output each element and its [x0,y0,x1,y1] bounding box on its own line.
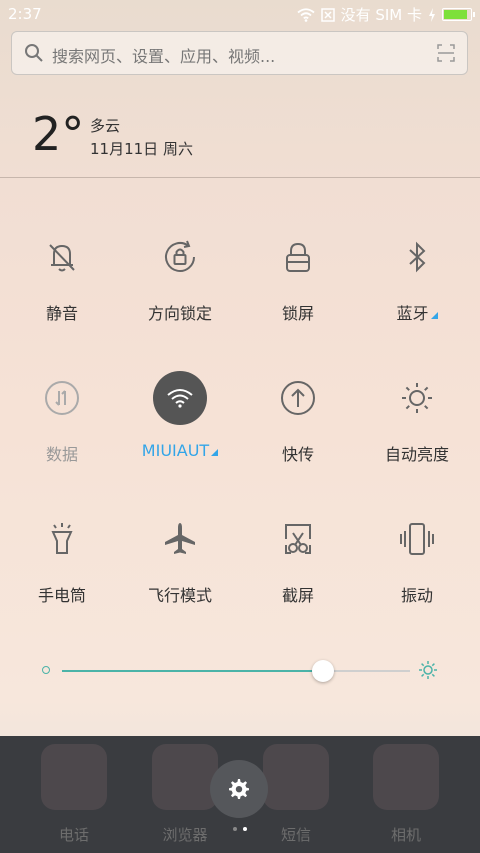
weather-date: 11月11日 周六 [90,140,193,158]
toggle-auto-brightness[interactable]: 自动亮度 [357,371,477,481]
search-bar[interactable]: 搜索网页、设置、应用、视频... [11,31,468,75]
toggle-label: 蓝牙 [357,300,477,324]
toggle-label: MIUIAUT [120,441,240,460]
gear-icon [229,779,249,799]
flashlight-icon [35,512,89,566]
dock-label: 短信 [280,826,311,844]
toggle-airplane-mode[interactable]: 飞行模式 [120,512,240,622]
battery-icon [442,8,475,21]
brightness-track[interactable] [62,670,410,672]
vibrate-icon [390,512,444,566]
toggle-label: 锁屏 [281,304,314,323]
bluetooth-icon [390,230,444,284]
page-dot [233,827,237,831]
status-time: 2:37 [8,5,42,23]
dock-app-messages[interactable] [263,744,329,810]
brightness-slider[interactable] [38,655,442,685]
toggle-flashlight[interactable]: 手电筒 [2,512,122,622]
share-upload-icon [271,371,325,425]
toggle-label: 快传 [281,445,314,464]
scan-icon[interactable] [437,44,455,62]
toggle-screenshot[interactable]: 截屏 [238,512,358,622]
divider [0,177,480,178]
toggle-lock-screen[interactable]: 锁屏 [238,230,358,340]
page-dot-active [243,827,247,831]
toggle-label: 飞行模式 [147,586,212,605]
toggle-label: 方向锁定 [147,304,212,323]
bell-off-icon [35,230,89,284]
toggle-quick-share[interactable]: 快传 [238,371,358,481]
toggle-label: 振动 [400,586,433,605]
toggle-label: 数据 [45,445,78,464]
wifi-status-icon [296,7,315,22]
airplane-icon [153,512,207,566]
brightness-low-icon [42,666,50,674]
settings-button[interactable] [210,760,268,818]
toggle-label: 手电筒 [37,586,86,605]
search-icon [25,44,43,62]
carrier-text: 没有 SIM 卡 [340,6,422,24]
dock-label: 浏览器 [162,826,208,844]
dock-label: 电话 [58,826,89,844]
status-icons: 没有 SIM 卡 [296,4,475,25]
toggle-mobile-data[interactable]: 数据 [2,371,122,481]
brightness-thumb[interactable] [312,660,334,682]
toggle-mute[interactable]: 静音 [2,230,122,340]
toggle-vibrate[interactable]: 振动 [357,512,477,622]
toggle-label: 自动亮度 [384,445,449,464]
toggle-label: 截屏 [281,586,314,605]
dock-app-browser[interactable] [152,744,218,810]
dock-app-phone[interactable] [41,744,107,810]
weather-condition: 多云 [90,117,121,135]
brightness-track-fill [62,670,323,672]
auto-brightness-icon [390,371,444,425]
weather-temperature: 2° [32,107,85,161]
brightness-high-icon [419,661,437,679]
page-indicator [233,827,247,831]
lock-icon [271,230,325,284]
toggle-rotation-lock[interactable]: 方向锁定 [120,230,240,340]
mobile-data-icon [35,371,89,425]
charging-icon [429,7,435,22]
toggle-wifi[interactable]: MIUIAUT [120,371,240,481]
expand-indicator [211,449,219,456]
rotation-lock-icon [153,230,207,284]
search-placeholder: 搜索网页、设置、应用、视频... [52,47,276,66]
dock-label: 相机 [390,826,421,844]
dock-app-camera[interactable] [373,744,439,810]
no-sim-icon [320,7,335,22]
expand-indicator [430,312,438,319]
toggle-label: 静音 [45,304,78,323]
toggle-bluetooth[interactable]: 蓝牙 [357,230,477,340]
status-bar: 2:37 没有 SIM 卡 [0,0,480,28]
wifi-icon [153,371,207,425]
screenshot-icon [271,512,325,566]
